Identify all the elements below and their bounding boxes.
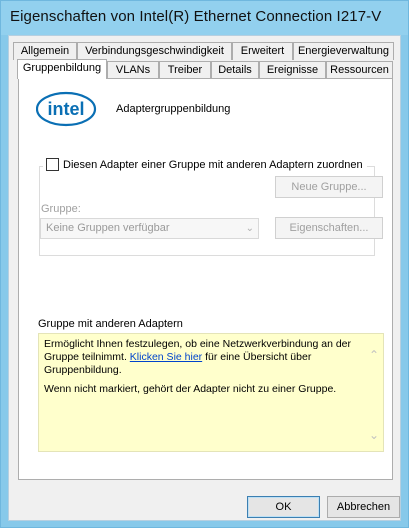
team-checkbox[interactable] (46, 158, 59, 171)
team-checkbox-row[interactable]: Diesen Adapter einer Gruppe mit anderen … (43, 158, 367, 171)
tab-erweitert[interactable]: Erweitert (232, 42, 293, 60)
group-select-value: Keine Gruppen verfügbar (46, 222, 170, 234)
info-section-label: Gruppe mit anderen Adaptern (38, 318, 183, 330)
scroll-up-icon[interactable]: ⌃ (369, 348, 379, 362)
intel-logo: intel (36, 91, 97, 127)
ok-button[interactable]: OK (247, 496, 320, 518)
group-select[interactable]: Keine Gruppen verfügbar ⌄ (40, 218, 259, 239)
tab-vlans[interactable]: VLANs (107, 61, 159, 79)
properties-dialog: Eigenschaften von Intel(R) Ethernet Conn… (0, 0, 409, 528)
intel-logo-text: intel (47, 99, 84, 119)
group-properties-button[interactable]: Eigenschaften... (275, 217, 383, 239)
dialog-client-area: Allgemein Verbindungsgeschwindigkeit Erw… (8, 35, 401, 521)
title-bar[interactable]: Eigenschaften von Intel(R) Ethernet Conn… (1, 1, 408, 35)
tab-panel-gruppenbildung: intel Adaptergruppenbildung Diesen Adapt… (18, 78, 393, 480)
tab-energieverwaltung[interactable]: Energieverwaltung (293, 42, 394, 60)
info-link[interactable]: Klicken Sie hier (130, 351, 202, 363)
tab-allgemein[interactable]: Allgemein (13, 42, 77, 60)
tab-ressourcen[interactable]: Ressourcen (326, 61, 393, 79)
page-heading: Adaptergruppenbildung (116, 103, 231, 115)
scroll-down-icon[interactable]: ⌄ (369, 428, 379, 442)
chevron-down-icon: ⌄ (245, 223, 254, 234)
group-label: Gruppe: (41, 203, 81, 215)
info-box: Ermöglicht Ihnen festzulegen, ob eine Ne… (38, 333, 384, 452)
tab-ereignisse[interactable]: Ereignisse (259, 61, 326, 79)
tab-treiber[interactable]: Treiber (159, 61, 211, 79)
new-group-button[interactable]: Neue Gruppe... (275, 176, 383, 198)
tab-gruppenbildung[interactable]: Gruppenbildung (17, 59, 107, 79)
info-text: Ermöglicht Ihnen festzulegen, ob eine Ne… (44, 338, 366, 402)
window-title: Eigenschaften von Intel(R) Ethernet Conn… (10, 8, 382, 25)
info-text-2: Wenn nicht markiert, gehört der Adapter … (44, 383, 337, 395)
cancel-button[interactable]: Abbrechen (327, 496, 400, 518)
team-checkbox-label[interactable]: Diesen Adapter einer Gruppe mit anderen … (63, 159, 363, 171)
tab-details[interactable]: Details (211, 61, 259, 79)
tab-verbindungsgeschwindigkeit[interactable]: Verbindungsgeschwindigkeit (77, 42, 232, 60)
